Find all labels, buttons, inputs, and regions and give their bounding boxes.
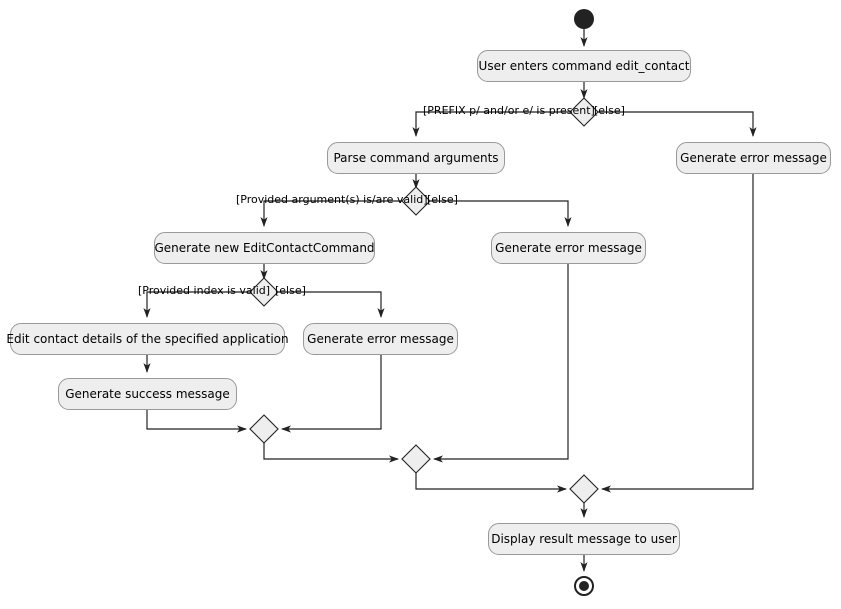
activity-display-result-message: Display result message to user xyxy=(488,523,680,555)
activity-generate-error-message-prefix: Generate error message xyxy=(676,142,831,174)
activity-generate-error-message-arguments: Generate error message xyxy=(491,232,646,264)
activity-edit-contact-details: Edit contact details of the specified ap… xyxy=(6,323,289,355)
activity-parse-command-arguments: Parse command arguments xyxy=(327,142,505,174)
activity-diagram: User enters command edit_contact Parse c… xyxy=(0,0,841,609)
guard-index-else: [else] xyxy=(275,284,306,297)
guard-arguments-valid: [Provided argument(s) is/are valid] xyxy=(236,193,428,206)
merge-index-branches-diamond xyxy=(249,414,279,444)
activity-generate-error-message-index: Generate error message xyxy=(303,323,458,355)
end-node-core xyxy=(579,581,589,591)
guard-prefix-present: [PREFIX p/ and/or e/ is present] xyxy=(423,104,595,117)
activity-generate-new-editcontactcommand: Generate new EditContactCommand xyxy=(154,232,375,264)
guard-arguments-else: [else] xyxy=(427,193,458,206)
guard-prefix-else: [else] xyxy=(594,104,625,117)
activity-generate-success-message: Generate success message xyxy=(58,378,237,410)
merge-argument-branches-diamond xyxy=(401,444,431,474)
diagram-edges xyxy=(143,29,757,572)
guard-index-valid: [Provided index is valid] xyxy=(138,284,271,297)
merge-prefix-branches-diamond xyxy=(569,474,599,504)
end-node xyxy=(574,576,594,596)
start-node xyxy=(574,9,594,29)
activity-user-enters-command: User enters command edit_contact xyxy=(477,50,691,82)
